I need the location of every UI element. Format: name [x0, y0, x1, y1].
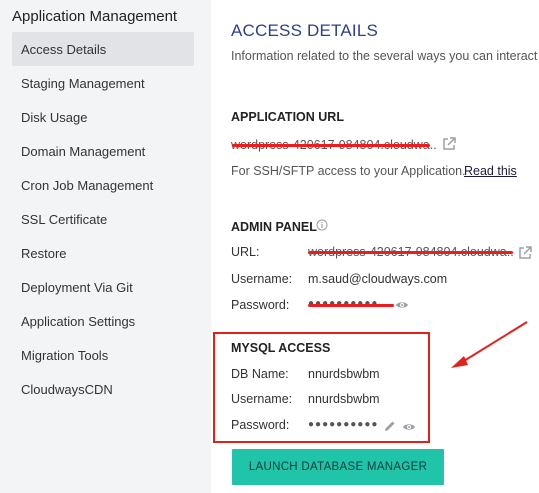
mysql-access-heading: MYSQL ACCESS: [231, 341, 331, 355]
sidebar-item-domain-management[interactable]: Domain Management: [12, 134, 194, 168]
sidebar-item-disk-usage[interactable]: Disk Usage: [12, 100, 194, 134]
sidebar-title: Application Management: [12, 8, 178, 25]
mysql-db-label: DB Name:: [231, 367, 289, 381]
read-this-link[interactable]: Read this: [464, 164, 517, 178]
admin-url-label: URL:: [231, 245, 260, 259]
sidebar: Application Management Access Details St…: [0, 0, 211, 493]
redaction-mark: [232, 144, 430, 147]
main-panel: ACCESS DETAILS Information related to th…: [211, 0, 539, 493]
admin-username-label: Username:: [231, 272, 293, 286]
sidebar-item-application-settings[interactable]: Application Settings: [12, 304, 194, 338]
sidebar-item-access-details[interactable]: Access Details: [12, 32, 194, 66]
sidebar-item-deployment-via-git[interactable]: Deployment Via Git: [12, 270, 194, 304]
sidebar-item-ssl-certificate[interactable]: SSL Certificate: [12, 202, 194, 236]
application-url-heading: APPLICATION URL: [231, 110, 344, 124]
eye-icon[interactable]: [402, 421, 416, 435]
pencil-icon[interactable]: [384, 420, 396, 435]
mysql-username-value: nnurdsbwbm: [308, 392, 380, 406]
sidebar-item-restore[interactable]: Restore: [12, 236, 194, 270]
page-title: ACCESS DETAILS: [231, 21, 379, 40]
eye-icon[interactable]: [395, 299, 409, 313]
sidebar-item-cloudwayscdn[interactable]: CloudwaysCDN: [12, 372, 194, 406]
redaction-mark: [308, 251, 513, 254]
page-description: Information related to the several ways …: [231, 49, 538, 63]
admin-username-value: m.saud@cloudways.com: [308, 272, 448, 286]
admin-password-label: Password:: [231, 298, 290, 312]
external-link-icon[interactable]: [518, 246, 532, 263]
info-icon[interactable]: [316, 219, 328, 234]
admin-panel-heading: ADMIN PANEL: [231, 220, 317, 234]
external-link-icon[interactable]: [442, 137, 456, 154]
mysql-password-label: Password:: [231, 418, 290, 432]
mysql-db-value: nnurdsbwbm: [308, 367, 380, 381]
annotation-arrow: [451, 321, 528, 368]
launch-database-manager-button[interactable]: LAUNCH DATABASE MANAGER: [232, 449, 444, 485]
sidebar-item-staging-management[interactable]: Staging Management: [12, 66, 194, 100]
redaction-mark: [308, 304, 394, 307]
sidebar-item-cron-job-management[interactable]: Cron Job Management: [12, 168, 194, 202]
mysql-password-value: ●●●●●●●●●●: [308, 419, 379, 430]
sftp-info-text: For SSH/SFTP access to your Application.: [231, 164, 466, 178]
sidebar-item-migration-tools[interactable]: Migration Tools: [12, 338, 194, 372]
mysql-username-label: Username:: [231, 392, 293, 406]
